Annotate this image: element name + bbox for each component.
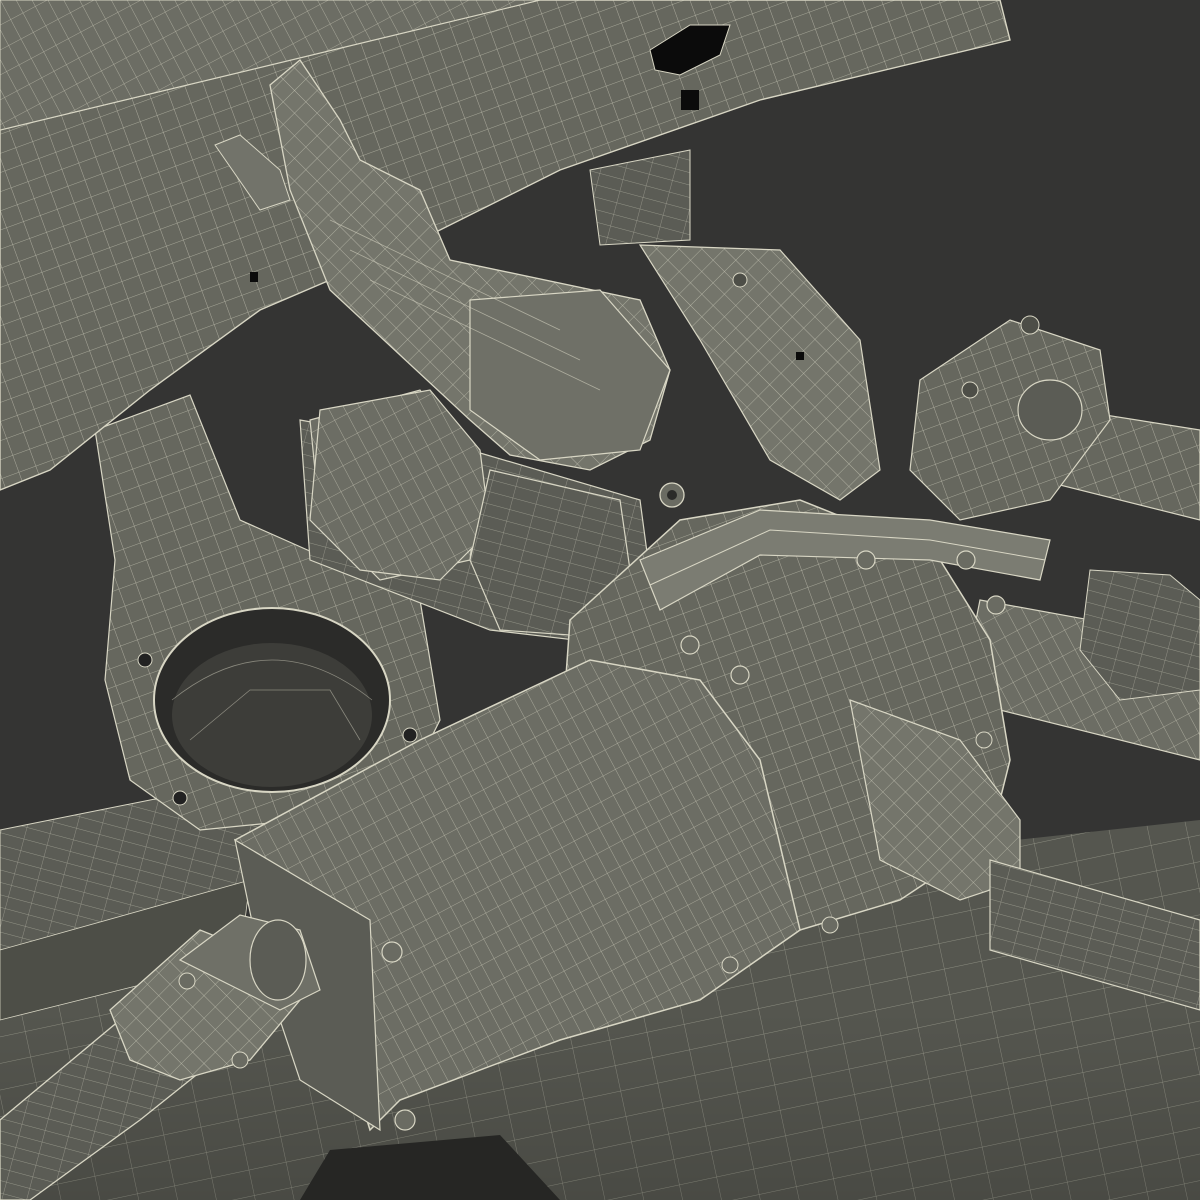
frame-hole bbox=[681, 90, 699, 110]
wireframe-render bbox=[0, 0, 1200, 1200]
